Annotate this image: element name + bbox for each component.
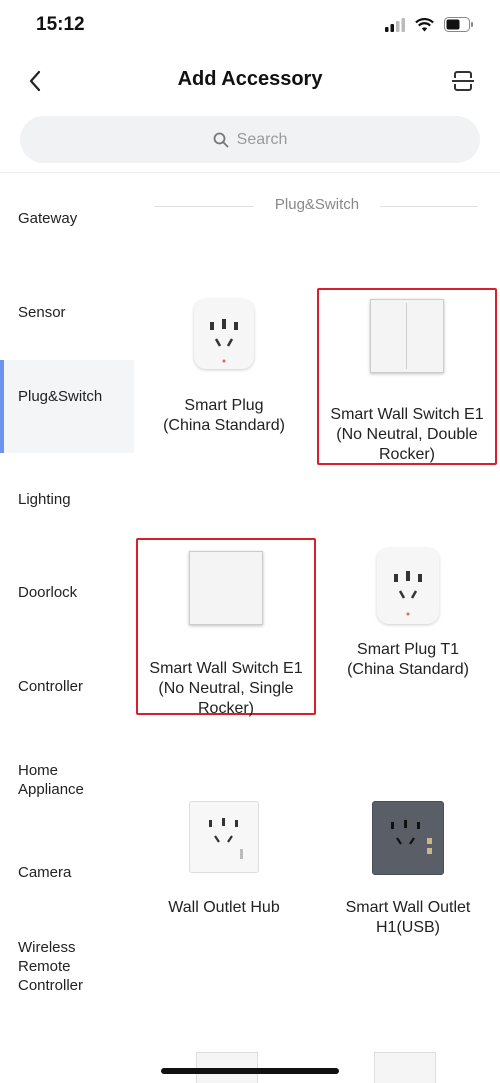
signal-icon [385,17,405,32]
status-bar: 15:12 [0,0,500,56]
sidebar-item-plug-switch[interactable]: Plug&Switch [0,360,134,453]
sidebar-item-doorlock[interactable]: Doorlock [0,583,134,602]
product-name: Wall Outlet Hub [168,899,280,916]
header-divider [0,172,500,173]
search-icon [213,132,229,147]
product-card-wall-switch-e1-double[interactable]: Smart Wall Switch E1 (No Neutral, Double… [317,288,497,465]
product-card-wall-switch-e1-single[interactable]: Smart Wall Switch E1 (No Neutral, Single… [136,538,316,717]
section-title: Plug&Switch [274,196,360,213]
product-card-wall-outlet-hub[interactable]: Wall Outlet Hub [134,801,314,918]
smart-plug-t1-image [377,548,439,624]
scan-icon[interactable] [450,68,476,94]
single-rocker-switch-image [189,551,263,625]
product-name: Smart Wall Outlet H1(USB) [345,899,471,936]
product-name: Smart Plug T1 (China Standard) [347,641,469,678]
partial-product-image [374,1052,436,1083]
section-divider-right [380,206,478,207]
smart-plug-image [194,299,254,369]
double-rocker-switch-image [370,299,444,373]
home-indicator[interactable] [161,1068,339,1074]
smart-wall-outlet-h1-image [372,801,444,875]
product-card-smart-wall-outlet-h1[interactable]: Smart Wall Outlet H1(USB) [318,801,498,938]
page-title: Add Accessory [177,68,323,90]
product-grid: Plug&Switch Smart Plug (China Standard) … [134,174,500,1083]
status-icons [385,17,474,32]
battery-icon [444,17,473,32]
product-card-smart-plug[interactable]: Smart Plug (China Standard) [134,299,314,436]
wifi-icon [415,17,434,31]
sidebar-item-controller[interactable]: Controller [0,677,134,696]
status-time: 15:12 [36,14,85,35]
search-placeholder: Search [236,130,288,148]
sidebar-item-lighting[interactable]: Lighting [0,490,134,509]
sidebar-item-camera[interactable]: Camera [0,863,134,882]
sidebar-item-gateway[interactable]: Gateway [0,209,134,228]
category-sidebar: Gateway Sensor Plug&Switch Lighting Door… [0,174,134,1082]
nav-header: Add Accessory [0,56,500,106]
product-name: Smart Wall Switch E1 (No Neutral, Single… [149,660,303,717]
sidebar-item-home-appliance[interactable]: Home Appliance [0,761,134,799]
sidebar-item-wireless-remote-controller[interactable]: Wireless Remote Controller [0,938,134,995]
product-name: Smart Wall Switch E1 (No Neutral, Double… [330,406,484,463]
product-card-smart-plug-t1[interactable]: Smart Plug T1 (China Standard) [318,548,498,680]
product-name: Smart Plug (China Standard) [163,397,285,434]
sidebar-item-sensor[interactable]: Sensor [0,303,134,322]
wall-outlet-hub-image [189,801,259,873]
search-input[interactable]: Search [20,116,480,163]
